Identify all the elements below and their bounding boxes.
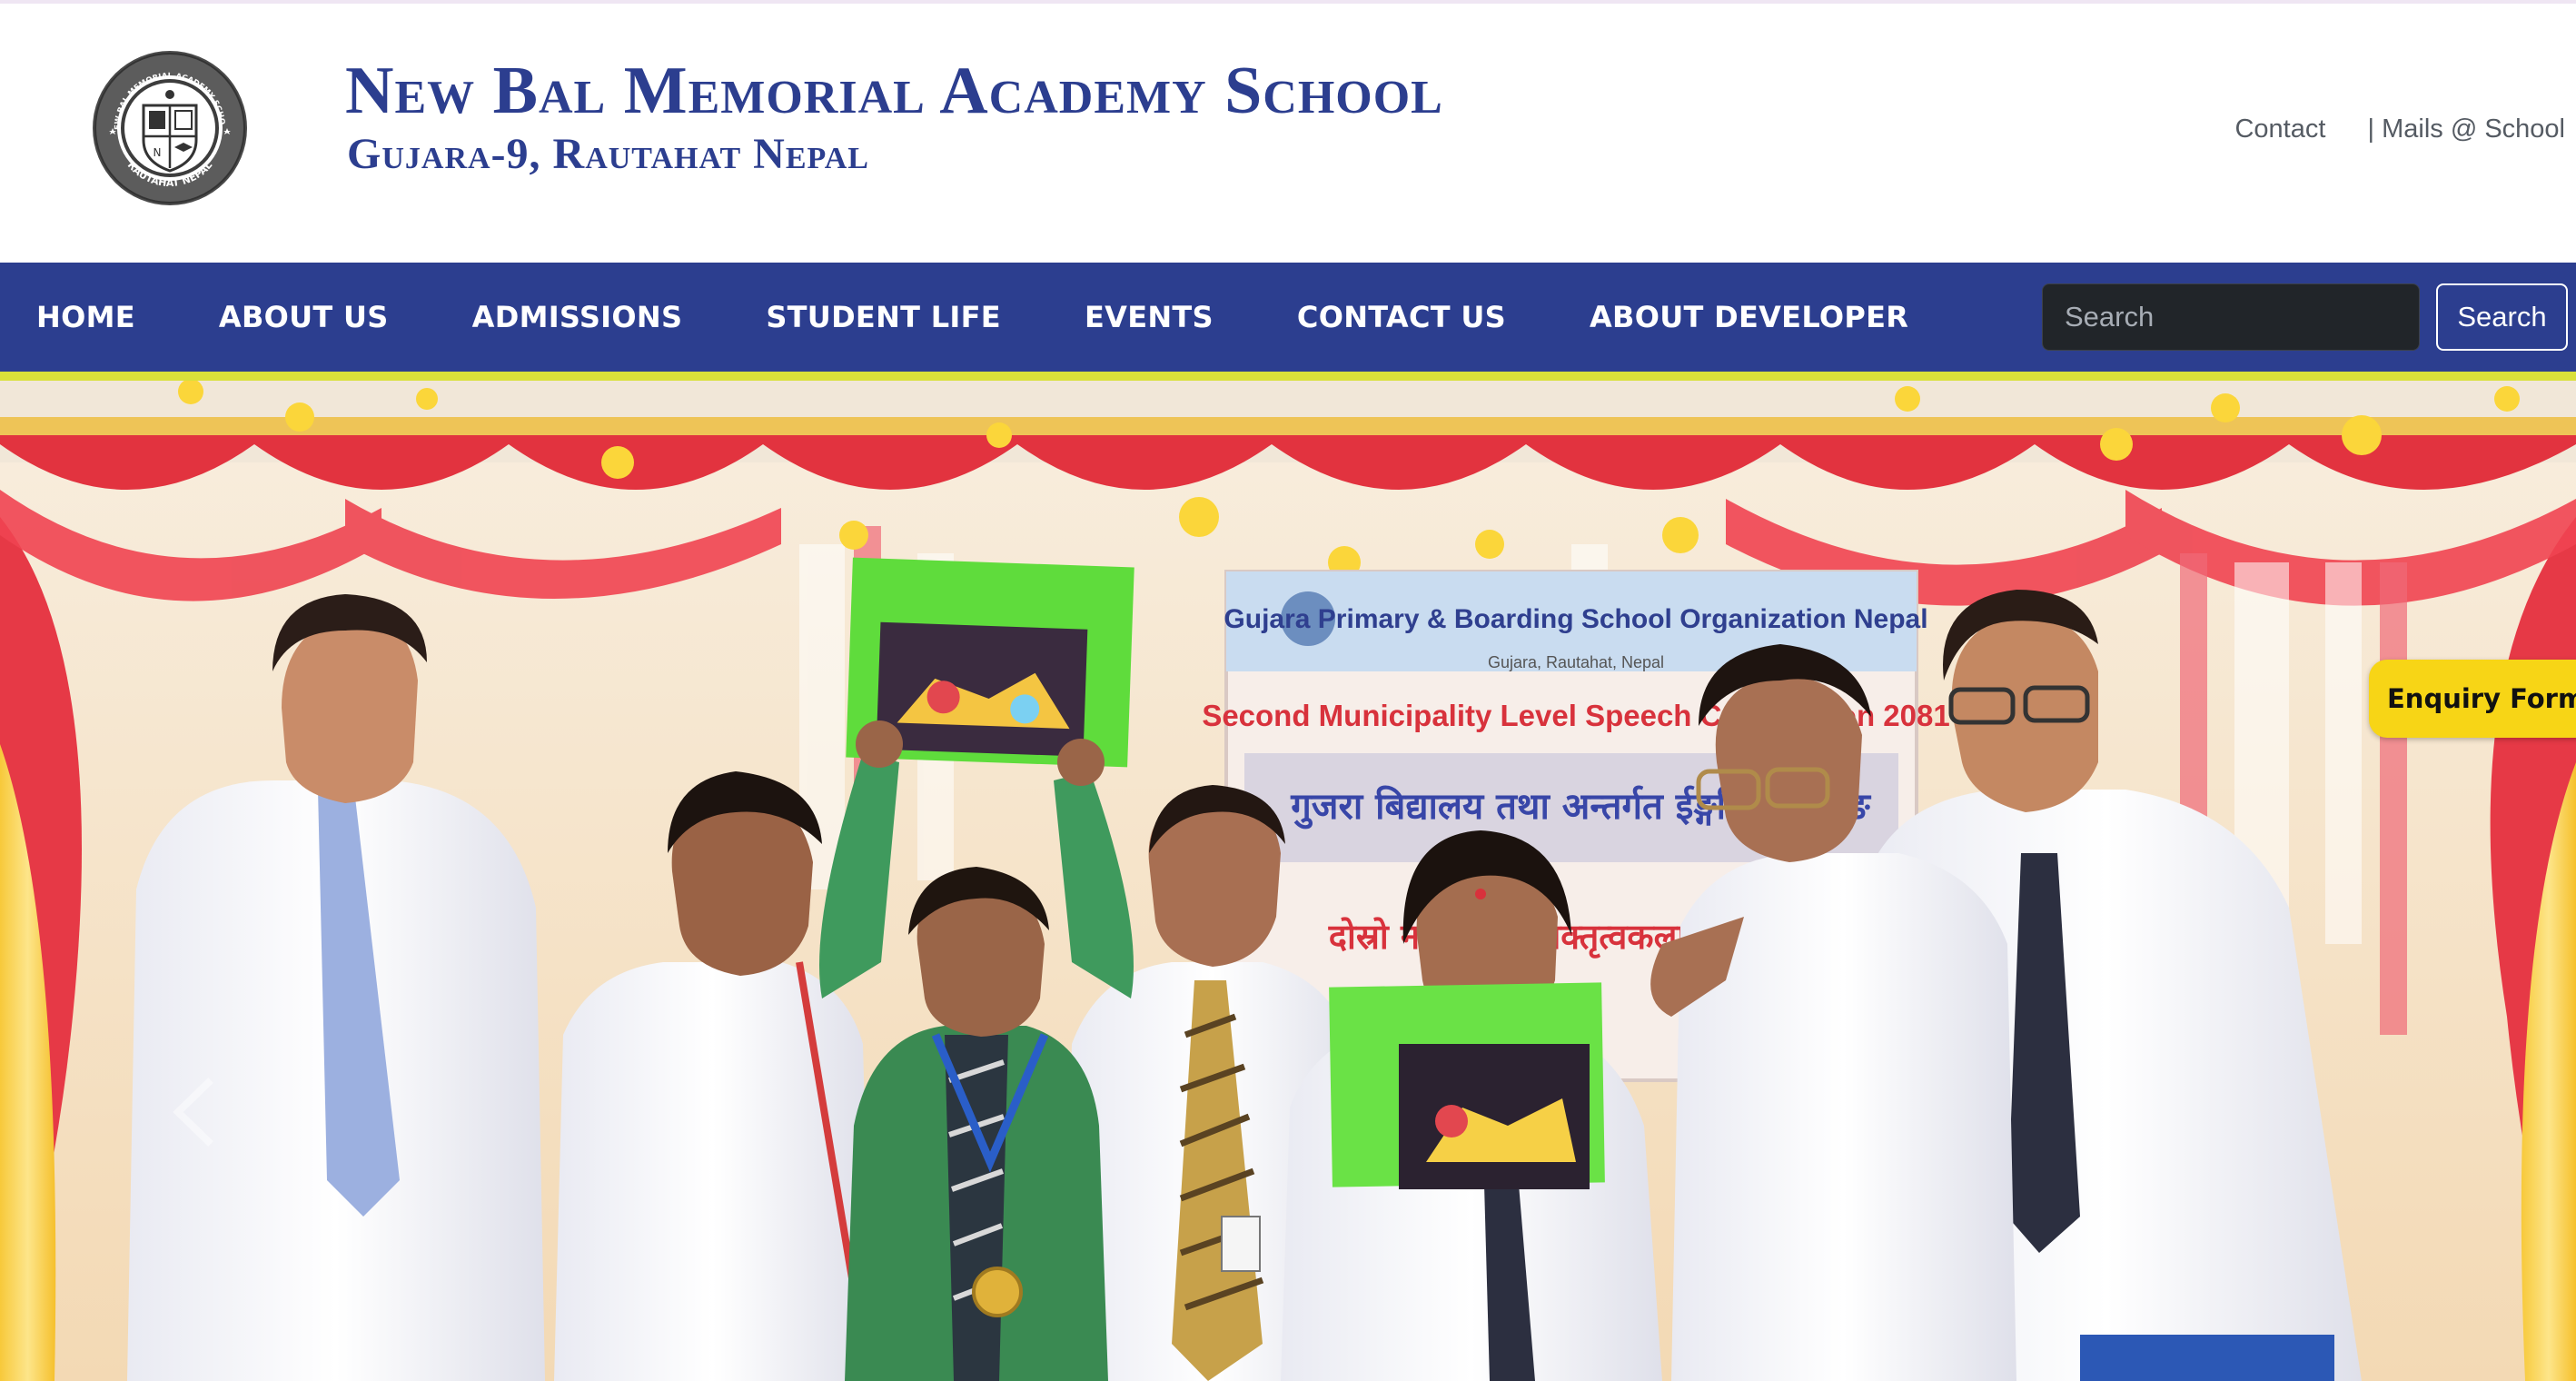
nav-link-about-developer[interactable]: ABOUT DEVELOPER — [1590, 300, 1908, 334]
school-logo[interactable]: NEW BAL MEMORIAL ACADEMY SCHOOL RAUTAHAT… — [91, 49, 249, 207]
nav-list: HOME ABOUT US ADMISSIONS STUDENT LIFE EV… — [36, 263, 1908, 372]
hero-carousel: Gujara Primary & Boarding School Organiz… — [0, 381, 2576, 1381]
nav-link-home[interactable]: HOME — [36, 300, 135, 334]
hero-photo: Gujara Primary & Boarding School Organiz… — [0, 381, 2576, 1381]
nav-link-about-us[interactable]: ABOUT US — [219, 300, 389, 334]
svg-text:N: N — [154, 146, 162, 159]
gold-medal — [972, 1267, 1023, 1317]
top-links: Contact | Mails @ School — [2234, 114, 2569, 144]
contact-link[interactable]: Contact — [2234, 114, 2325, 144]
nav-item-about-us: ABOUT US — [219, 300, 389, 334]
enquiry-form-button[interactable]: Enquiry Form — [2369, 660, 2576, 738]
nav-item-home: HOME — [36, 300, 135, 334]
main-navbar: HOME ABOUT US ADMISSIONS STUDENT LIFE EV… — [0, 263, 2576, 372]
nav-link-student-life[interactable]: STUDENT LIFE — [766, 300, 1001, 334]
carousel-prev-button[interactable] — [163, 1052, 227, 1152]
nav-item-student-life: STUDENT LIFE — [766, 300, 1001, 334]
banner-organization-text: Gujara Primary & Boarding School Organiz… — [1224, 604, 1927, 634]
search-button[interactable]: Search — [2436, 283, 2568, 351]
mails-at-school-link[interactable]: | Mails @ School — [2368, 114, 2566, 144]
nav-link-events[interactable]: EVENTS — [1085, 300, 1214, 334]
nav-item-admissions: ADMISSIONS — [472, 300, 683, 334]
school-name: New Bal Memorial Academy School — [345, 54, 1443, 128]
site-header: NEW BAL MEMORIAL ACADEMY SCHOOL RAUTAHAT… — [0, 4, 2576, 263]
banner-location-text: Gujara, Rautahat, Nepal — [1488, 653, 1664, 671]
nav-link-admissions[interactable]: ADMISSIONS — [472, 300, 683, 334]
enquiry-form-label: Enquiry Form — [2387, 683, 2576, 714]
nav-item-about-developer: ABOUT DEVELOPER — [1590, 300, 1908, 334]
school-address: Gujara-9, Rautahat Nepal — [347, 130, 869, 178]
navbar-accent-stripe — [0, 372, 2576, 381]
nav-link-contact-us[interactable]: CONTACT US — [1297, 300, 1506, 334]
search-input[interactable] — [2042, 283, 2420, 351]
nav-item-events: EVENTS — [1085, 300, 1214, 334]
nav-item-contact-us: CONTACT US — [1297, 300, 1506, 334]
